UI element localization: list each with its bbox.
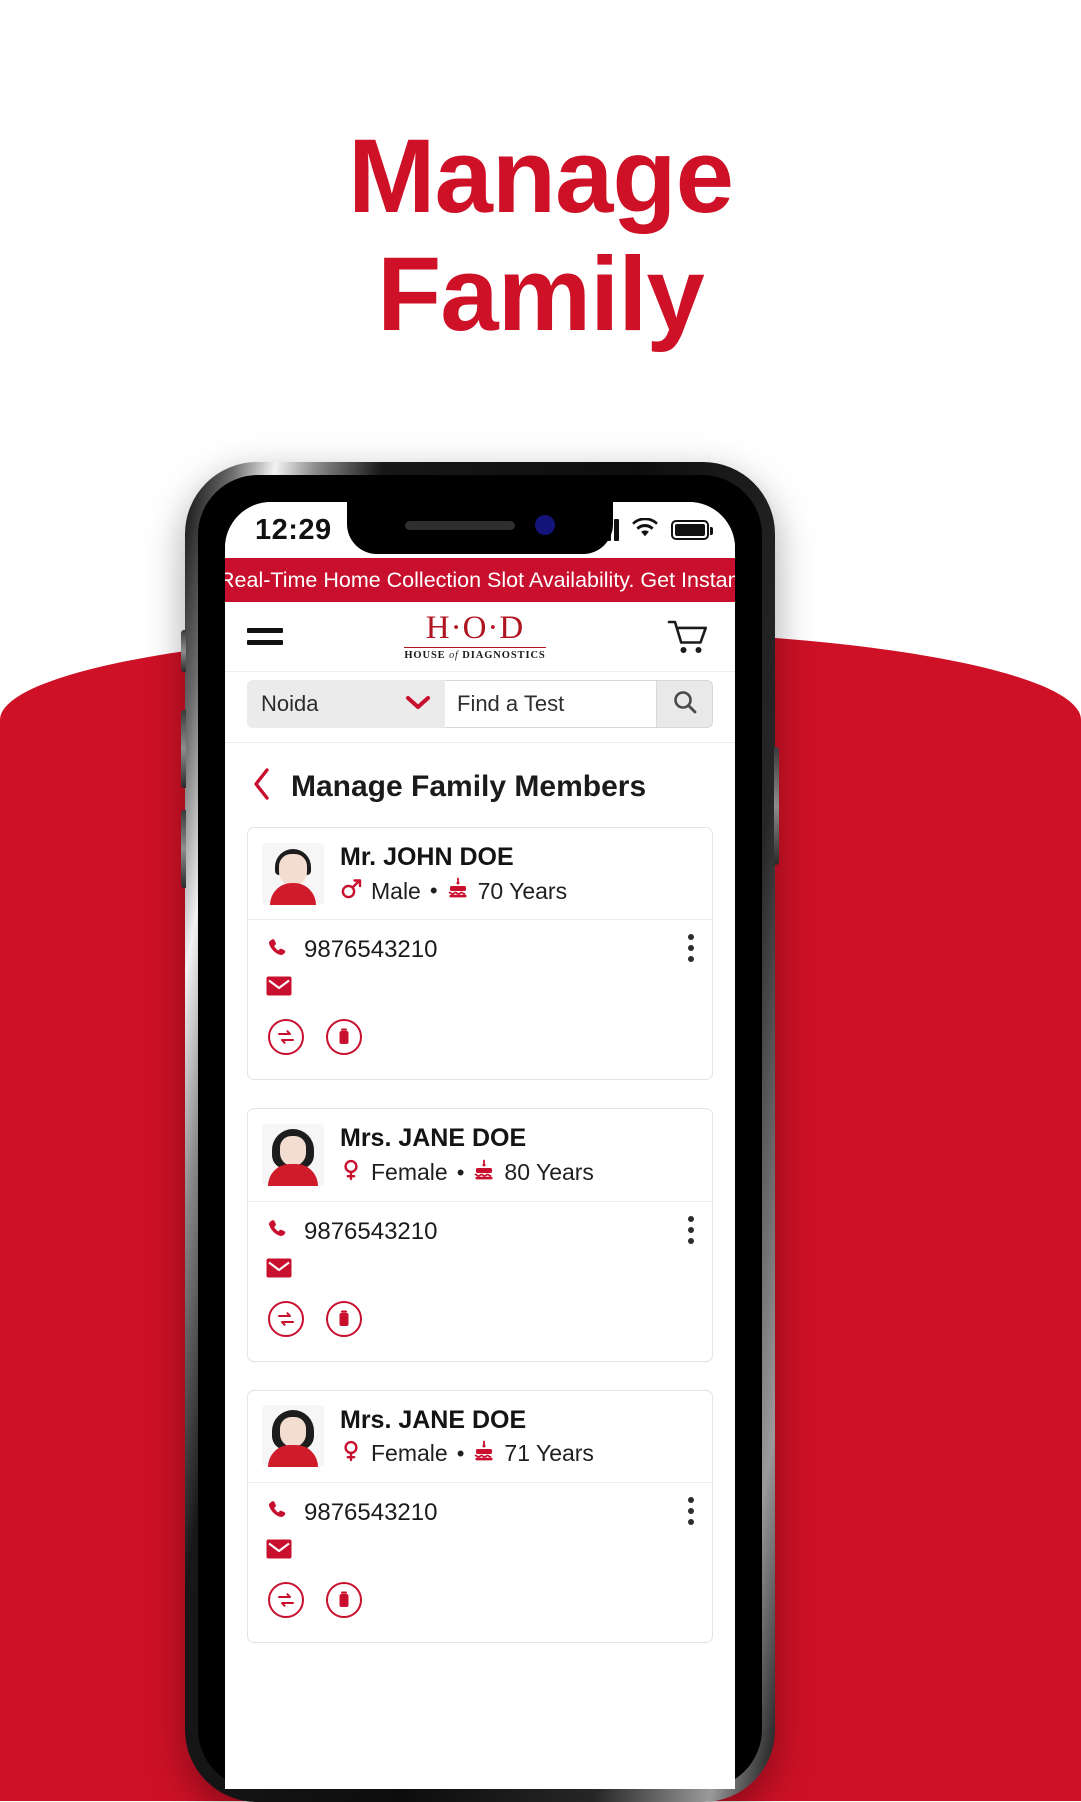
promo-banner-text: Real-Time Home Collection Slot Availabil… — [225, 567, 735, 592]
female-gender-icon — [340, 1440, 362, 1467]
find-test-input-value: Find a Test — [457, 691, 565, 716]
page-title: Manage Family Members — [291, 770, 647, 803]
more-vertical-icon[interactable] — [688, 1215, 694, 1244]
member-meta: Female • 71 Years — [340, 1440, 594, 1468]
member-name: Mrs. JANE DOE — [340, 1405, 527, 1434]
member-age: 70 Years — [477, 877, 568, 904]
switch-profile-icon[interactable] — [268, 1300, 304, 1337]
family-member-card[interactable]: Mrs. JANE DOE Female • 71 Years 98765432… — [247, 1389, 713, 1643]
status-bar: 12:29 — [225, 502, 735, 558]
member-actions — [266, 1001, 696, 1069]
shopping-cart-icon[interactable] — [667, 618, 709, 656]
avatar — [262, 842, 324, 905]
member-phone-row: 9876543210 — [266, 1499, 696, 1527]
phone-mockup: 12:29 Real-Time Home Collection Slot Ava… — [181, 462, 779, 1802]
member-header: Mrs. JANE DOE Female • 80 Years — [248, 1109, 712, 1202]
phone-screen: 12:29 Real-Time Home Collection Slot Ava… — [225, 502, 735, 1789]
female-gender-icon — [340, 1159, 362, 1186]
search-button[interactable] — [657, 680, 713, 728]
member-age: 80 Years — [504, 1159, 594, 1185]
member-contact: 9876543210 — [248, 920, 712, 1079]
delete-icon[interactable] — [326, 1300, 362, 1337]
birthday-cake-icon — [447, 877, 469, 905]
phone-icon — [266, 1499, 288, 1526]
find-test-input[interactable]: Find a Test — [445, 680, 657, 728]
member-info: Mrs. JANE DOE Female • 71 Years — [340, 1405, 594, 1468]
member-gender: Male — [371, 877, 421, 904]
member-contact: 9876543210 — [248, 1202, 712, 1361]
member-actions — [266, 1283, 696, 1351]
email-icon[interactable] — [266, 976, 696, 1001]
member-phone: 9876543210 — [304, 1217, 438, 1245]
phone-bezel: 12:29 Real-Time Home Collection Slot Ava… — [198, 475, 762, 1789]
hod-logo[interactable]: H·O·D HOUSE of DIAGNOSTICS — [404, 611, 546, 662]
phone-icon — [266, 1218, 288, 1245]
city-select[interactable]: Noida — [247, 680, 445, 728]
logo-wordmark: H·O·D — [404, 611, 546, 648]
page-title-bar: Manage Family Members — [225, 743, 735, 827]
status-bar-time: 12:29 — [255, 513, 332, 546]
member-header: Mr. JOHN DOE Male • 70 Years — [248, 828, 712, 921]
phone-volume-up-button[interactable] — [181, 710, 186, 788]
family-member-card[interactable]: Mrs. JANE DOE Female • 80 Years 98765432… — [247, 1108, 713, 1362]
member-phone: 9876543210 — [304, 1498, 438, 1526]
battery-full-icon — [671, 520, 713, 540]
switch-profile-icon[interactable] — [268, 1019, 304, 1056]
family-member-card[interactable]: Mr. JOHN DOE Male • 70 Years 9876543210 — [247, 827, 713, 1081]
wifi-icon — [632, 516, 658, 543]
member-meta: Female • 80 Years — [340, 1159, 594, 1187]
headline-line-1: Manage — [348, 118, 734, 235]
app-header: H·O·D HOUSE of DIAGNOSTICS — [225, 602, 735, 672]
member-actions — [266, 1564, 696, 1632]
phone-silent-switch[interactable] — [181, 630, 186, 672]
member-meta: Male • 70 Years — [340, 877, 567, 905]
city-select-value: Noida — [261, 691, 319, 716]
birthday-cake-icon — [473, 1159, 495, 1187]
member-phone-row: 9876543210 — [266, 936, 696, 964]
phone-icon — [266, 937, 288, 964]
page-headline: Manage Family — [0, 118, 1081, 353]
more-vertical-icon[interactable] — [688, 1496, 694, 1525]
member-info: Mrs. JANE DOE Female • 80 Years — [340, 1123, 594, 1186]
male-gender-icon — [340, 878, 362, 905]
earpiece-speaker — [405, 520, 515, 530]
meta-separator: • — [429, 878, 438, 904]
logo-tagline: HOUSE of DIAGNOSTICS — [404, 649, 546, 661]
avatar — [262, 1405, 324, 1468]
email-icon[interactable] — [266, 1258, 696, 1283]
family-member-list: Mr. JOHN DOE Male • 70 Years 9876543210 … — [225, 827, 735, 1691]
delete-icon[interactable] — [326, 1581, 362, 1618]
search-icon — [671, 688, 699, 721]
phone-volume-down-button[interactable] — [181, 810, 186, 888]
member-phone: 9876543210 — [304, 936, 438, 964]
member-phone-row: 9876543210 — [266, 1218, 696, 1246]
hamburger-menu-icon[interactable] — [247, 628, 283, 645]
delete-icon[interactable] — [326, 1019, 362, 1056]
promo-banner[interactable]: Real-Time Home Collection Slot Availabil… — [225, 558, 735, 602]
email-icon[interactable] — [266, 1539, 696, 1564]
more-vertical-icon[interactable] — [688, 934, 694, 963]
member-name: Mrs. JANE DOE — [340, 1124, 527, 1153]
phone-power-button[interactable] — [774, 747, 779, 865]
chevron-left-icon[interactable] — [251, 767, 271, 807]
member-gender: Female — [371, 1159, 448, 1185]
member-info: Mr. JOHN DOE Male • 70 Years — [340, 842, 567, 905]
avatar — [262, 1123, 324, 1186]
member-gender: Female — [371, 1440, 448, 1467]
member-name: Mr. JOHN DOE — [340, 843, 514, 871]
switch-profile-icon[interactable] — [268, 1581, 304, 1618]
member-header: Mrs. JANE DOE Female • 71 Years — [248, 1391, 712, 1483]
chevron-down-icon — [405, 692, 431, 716]
member-age: 71 Years — [504, 1440, 594, 1467]
headline-line-2: Family — [377, 235, 705, 353]
birthday-cake-icon — [473, 1440, 495, 1468]
meta-separator: • — [456, 1159, 465, 1185]
phone-notch — [347, 502, 613, 554]
search-row: Noida Find a Test — [225, 672, 735, 743]
front-camera — [535, 515, 555, 535]
meta-separator: • — [456, 1440, 465, 1466]
member-contact: 9876543210 — [248, 1483, 712, 1642]
